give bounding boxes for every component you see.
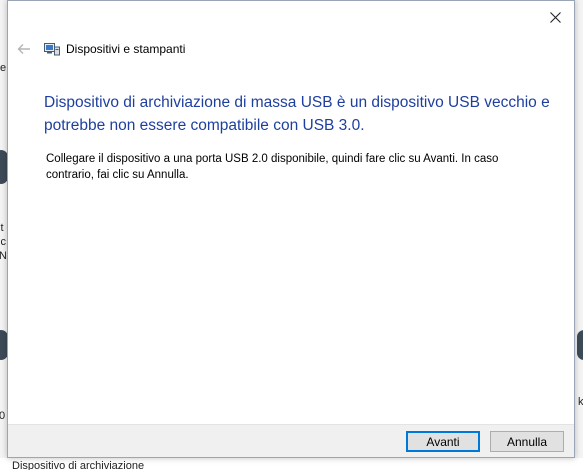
background-text-fragment: ic	[0, 236, 6, 248]
background-text-fragment: 0	[0, 410, 6, 422]
usb-warning-dialog: Dispositivi e stampanti Dispositivo di a…	[7, 0, 575, 458]
dialog-heading: Dispositivo di archiviazione di massa US…	[44, 94, 550, 134]
close-icon	[549, 10, 561, 28]
dialog-nav-bar: Dispositivi e stampanti	[16, 39, 534, 59]
devices-printers-icon	[44, 42, 60, 56]
background-device-label: Dispositivo di archiviazione	[12, 460, 145, 470]
background-device-icon	[577, 330, 583, 360]
dialog-title: Dispositivi e stampanti	[66, 42, 186, 56]
background-text-fragment: N	[0, 250, 7, 262]
dialog-body-text: Collegare il dispositivo a una porta USB…	[46, 153, 499, 181]
cancel-button[interactable]: Annulla	[490, 431, 564, 452]
back-arrow-icon[interactable]	[16, 41, 32, 57]
background-text-fragment: e	[0, 62, 7, 74]
background-text-fragment: it	[0, 222, 4, 234]
background-text-fragment: k	[578, 396, 583, 408]
background-window-right: k	[575, 0, 583, 470]
background-window-bottom: Dispositivo di archiviazione	[0, 458, 583, 470]
close-button[interactable]	[542, 7, 568, 31]
dialog-footer: Avanti Annulla	[8, 424, 574, 457]
next-button[interactable]: Avanti	[406, 431, 480, 452]
